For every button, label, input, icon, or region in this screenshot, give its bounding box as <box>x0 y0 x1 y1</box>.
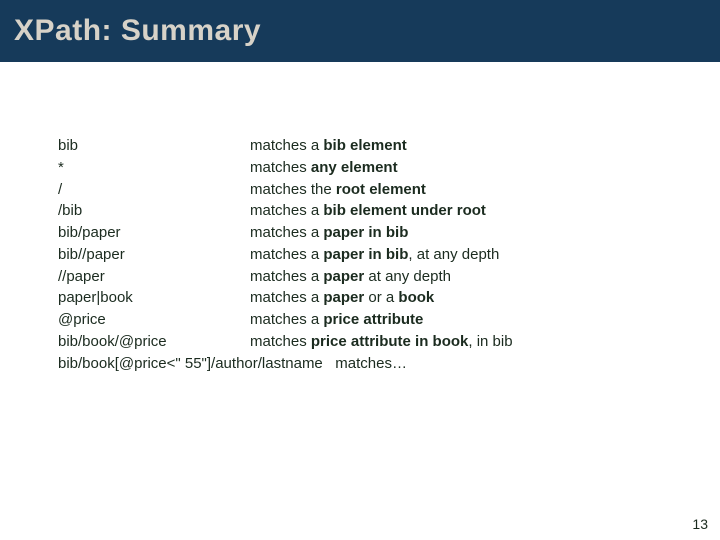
xpath-description: matches a bib element <box>250 135 407 157</box>
slide: XPath: Summary bib matches a bib element… <box>0 0 720 540</box>
xpath-pattern: / <box>58 179 250 201</box>
xpath-description: matches a paper at any depth <box>250 266 451 288</box>
title-bar: XPath: Summary <box>0 0 720 62</box>
table-row: //paper matches a paper at any depth <box>58 266 678 288</box>
table-row: bib//paper matches a paper in bib, at an… <box>58 244 678 266</box>
page-number: 13 <box>692 516 708 532</box>
content-body: bib matches a bib element * matches any … <box>58 135 678 374</box>
xpath-description: matches a bib element under root <box>250 200 486 222</box>
xpath-description: matches a price attribute <box>250 309 423 331</box>
xpath-pattern: bib/paper <box>58 222 250 244</box>
table-row: @price matches a price attribute <box>58 309 678 331</box>
table-row-last: bib/book[@price<" 55"]/author/lastname m… <box>58 353 678 375</box>
table-row: bib/book/@price matches price attribute … <box>58 331 678 353</box>
table-row: bib matches a bib element <box>58 135 678 157</box>
xpath-description: matches a paper in bib <box>250 222 408 244</box>
xpath-pattern: paper|book <box>58 287 250 309</box>
xpath-pattern: bib//paper <box>58 244 250 266</box>
xpath-description: matches any element <box>250 157 398 179</box>
xpath-description: matches the root element <box>250 179 426 201</box>
xpath-pattern: @price <box>58 309 250 331</box>
slide-title: XPath: Summary <box>14 14 261 48</box>
xpath-pattern: * <box>58 157 250 179</box>
xpath-pattern: //paper <box>58 266 250 288</box>
table-row: / matches the root element <box>58 179 678 201</box>
table-row: bib/paper matches a paper in bib <box>58 222 678 244</box>
xpath-pattern: /bib <box>58 200 250 222</box>
table-row: paper|book matches a paper or a book <box>58 287 678 309</box>
xpath-description: matches a paper in bib, at any depth <box>250 244 499 266</box>
xpath-pattern: bib/book/@price <box>58 331 250 353</box>
table-row: /bib matches a bib element under root <box>58 200 678 222</box>
xpath-description: matches a paper or a book <box>250 287 434 309</box>
xpath-pattern: bib <box>58 135 250 157</box>
xpath-description: matches price attribute in book, in bib <box>250 331 513 353</box>
table-row: * matches any element <box>58 157 678 179</box>
